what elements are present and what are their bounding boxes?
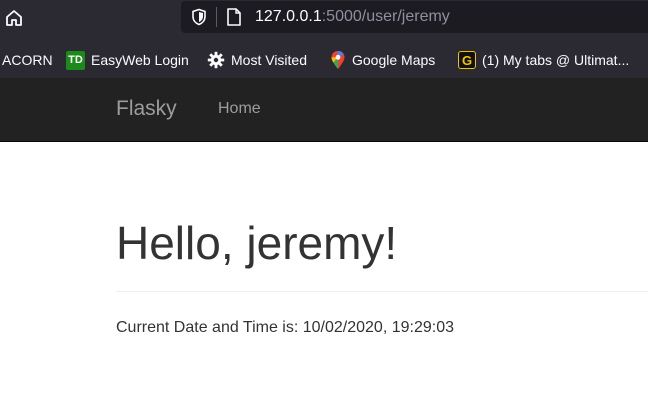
nav-link-home[interactable]: Home [218,99,261,119]
google-maps-pin-icon [331,51,345,69]
home-button[interactable] [0,4,28,32]
bookmark-label: (1) My tabs @ Ultimat... [482,52,630,68]
address-bar-divider [216,7,217,27]
bookmark-label: Most Visited [231,52,307,68]
home-icon [6,10,22,26]
bookmark-google-maps[interactable]: Google Maps [330,50,435,70]
browser-toolbar: 127.0.0.1:5000/user/jeremy [0,0,648,40]
gear-icon [207,51,225,69]
current-datetime: Current Date and Time is: 10/02/2020, 19… [116,319,454,336]
url-text[interactable]: 127.0.0.1:5000/user/jeremy [255,8,450,26]
page-title: Hello, jeremy! [116,217,398,269]
ultimate-guitar-icon: G [458,51,476,69]
bookmark-ultimate-guitar[interactable]: G (1) My tabs @ Ultimat... [458,50,629,70]
url-path: :5000/user/jeremy [321,8,450,25]
bookmark-most-visited[interactable]: Most Visited [207,50,307,70]
bookmarks-toolbar: ACORN TD EasyWeb Login Most Visited Goog… [0,40,648,78]
page-icon[interactable] [225,7,243,27]
page-header: Hello, jeremy! [116,218,648,292]
site-navbar: Flasky Home [0,78,648,142]
td-bank-icon: TD [66,50,85,70]
address-bar[interactable]: 127.0.0.1:5000/user/jeremy [181,1,648,33]
bookmark-easyweb[interactable]: TD EasyWeb Login [66,50,189,70]
bookmark-acorn[interactable]: ACORN [2,50,53,70]
navbar-brand[interactable]: Flasky [116,97,177,121]
bookmark-label: Google Maps [352,52,436,68]
bookmark-label: EasyWeb Login [91,52,189,68]
shield-icon[interactable] [190,8,208,26]
bookmark-label: ACORN [2,52,53,68]
url-host: 127.0.0.1 [255,8,322,25]
